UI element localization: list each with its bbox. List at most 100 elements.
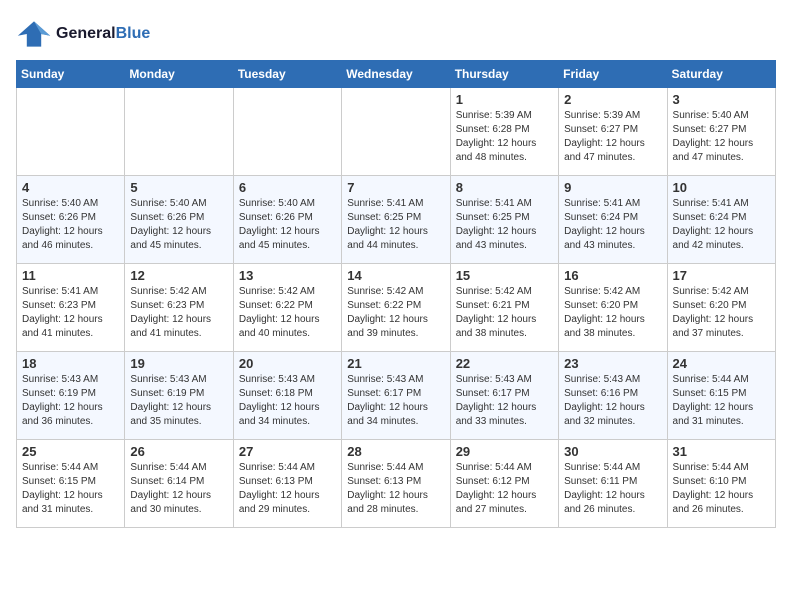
calendar-cell: 22 Sunrise: 5:43 AMSunset: 6:17 PMDayligh… [450,352,558,440]
day-number: 30 [564,444,661,459]
calendar-cell: 10 Sunrise: 5:41 AMSunset: 6:24 PMDayligh… [667,176,775,264]
calendar-cell [342,88,450,176]
calendar-cell: 23Sunrise: 5:43 AMSunset: 6:16 PMDayligh… [559,352,667,440]
calendar-cell: 15 Sunrise: 5:42 AMSunset: 6:21 PMDayligh… [450,264,558,352]
day-info: Sunrise: 5:39 AMSunset: 6:28 PMDaylight:… [456,109,553,165]
day-info: Sunrise: 5:44 AMSunset: 6:14 PMDaylight:… [130,461,227,517]
day-number: 27 [239,444,336,459]
day-info: Sunrise: 5:42 AMSunset: 6:22 PMDaylight:… [347,285,444,341]
day-number: 17 [673,268,770,283]
day-number: 31 [673,444,770,459]
day-info: Sunrise: 5:42 AMSunset: 6:20 PMDaylight:… [564,285,661,341]
day-info: Sunrise: 5:40 AMSunset: 6:26 PMDaylight:… [239,197,336,253]
day-number: 21 [347,356,444,371]
day-info: Sunrise: 5:43 AMSunset: 6:17 PMDaylight:… [456,373,553,429]
day-number: 8 [456,180,553,195]
day-info: Sunrise: 5:44 AMSunset: 6:15 PMDaylight:… [673,373,770,429]
day-number: 26 [130,444,227,459]
weekday-header-saturday: Saturday [667,61,775,88]
weekday-header-wednesday: Wednesday [342,61,450,88]
day-number: 25 [22,444,119,459]
day-info: Sunrise: 5:44 AMSunset: 6:15 PMDaylight:… [22,461,119,517]
calendar-cell: 6 Sunrise: 5:40 AMSunset: 6:26 PMDaylight… [233,176,341,264]
calendar-cell: 5 Sunrise: 5:40 AMSunset: 6:26 PMDaylight… [125,176,233,264]
day-info: Sunrise: 5:41 AMSunset: 6:25 PMDaylight:… [456,197,553,253]
day-info: Sunrise: 5:42 AMSunset: 6:23 PMDaylight:… [130,285,227,341]
day-info: Sunrise: 5:42 AMSunset: 6:22 PMDaylight:… [239,285,336,341]
day-info: Sunrise: 5:44 AMSunset: 6:12 PMDaylight:… [456,461,553,517]
calendar-cell: 19Sunrise: 5:43 AMSunset: 6:19 PMDayligh… [125,352,233,440]
day-info: Sunrise: 5:39 AMSunset: 6:27 PMDaylight:… [564,109,661,165]
logo-icon [16,16,52,52]
weekday-header-tuesday: Tuesday [233,61,341,88]
calendar-cell: 18 Sunrise: 5:43 AMSunset: 6:19 PMDayligh… [17,352,125,440]
day-number: 28 [347,444,444,459]
day-number: 1 [456,92,553,107]
day-info: Sunrise: 5:40 AMSunset: 6:26 PMDaylight:… [22,197,119,253]
logo: GeneralBlue [16,16,150,52]
weekday-header-friday: Friday [559,61,667,88]
calendar-cell: 2Sunrise: 5:39 AMSunset: 6:27 PMDaylight… [559,88,667,176]
day-number: 22 [456,356,553,371]
day-number: 23 [564,356,661,371]
day-number: 19 [130,356,227,371]
day-number: 20 [239,356,336,371]
day-info: Sunrise: 5:40 AMSunset: 6:26 PMDaylight:… [130,197,227,253]
day-info: Sunrise: 5:43 AMSunset: 6:18 PMDaylight:… [239,373,336,429]
calendar-cell [125,88,233,176]
day-info: Sunrise: 5:41 AMSunset: 6:23 PMDaylight:… [22,285,119,341]
calendar-cell: 4 Sunrise: 5:40 AMSunset: 6:26 PMDaylight… [17,176,125,264]
day-number: 16 [564,268,661,283]
calendar-cell: 20 Sunrise: 5:43 AMSunset: 6:18 PMDayligh… [233,352,341,440]
day-info: Sunrise: 5:44 AMSunset: 6:10 PMDaylight:… [673,461,770,517]
day-number: 15 [456,268,553,283]
page-header: GeneralBlue [16,16,776,52]
week-row-4: 18 Sunrise: 5:43 AMSunset: 6:19 PMDayligh… [17,352,776,440]
calendar-cell: 14 Sunrise: 5:42 AMSunset: 6:22 PMDayligh… [342,264,450,352]
day-number: 6 [239,180,336,195]
weekday-header-thursday: Thursday [450,61,558,88]
day-info: Sunrise: 5:44 AMSunset: 6:11 PMDaylight:… [564,461,661,517]
calendar-cell: 29 Sunrise: 5:44 AMSunset: 6:12 PMDayligh… [450,440,558,528]
week-row-5: 25 Sunrise: 5:44 AMSunset: 6:15 PMDayligh… [17,440,776,528]
calendar-cell: 12 Sunrise: 5:42 AMSunset: 6:23 PMDayligh… [125,264,233,352]
day-number: 18 [22,356,119,371]
day-info: Sunrise: 5:42 AMSunset: 6:21 PMDaylight:… [456,285,553,341]
day-number: 14 [347,268,444,283]
calendar-cell: 8 Sunrise: 5:41 AMSunset: 6:25 PMDaylight… [450,176,558,264]
week-row-2: 4 Sunrise: 5:40 AMSunset: 6:26 PMDaylight… [17,176,776,264]
calendar-cell: 16 Sunrise: 5:42 AMSunset: 6:20 PMDayligh… [559,264,667,352]
calendar-cell [233,88,341,176]
day-info: Sunrise: 5:43 AMSunset: 6:19 PMDaylight:… [22,373,119,429]
calendar-cell: 27Sunrise: 5:44 AMSunset: 6:13 PMDayligh… [233,440,341,528]
day-number: 10 [673,180,770,195]
calendar-cell: 17Sunrise: 5:42 AMSunset: 6:20 PMDayligh… [667,264,775,352]
weekday-header-row: SundayMondayTuesdayWednesdayThursdayFrid… [17,61,776,88]
calendar-cell: 13Sunrise: 5:42 AMSunset: 6:22 PMDayligh… [233,264,341,352]
calendar-cell: 11 Sunrise: 5:41 AMSunset: 6:23 PMDayligh… [17,264,125,352]
calendar-cell: 21Sunrise: 5:43 AMSunset: 6:17 PMDayligh… [342,352,450,440]
weekday-header-sunday: Sunday [17,61,125,88]
day-number: 24 [673,356,770,371]
day-number: 11 [22,268,119,283]
calendar-cell: 28 Sunrise: 5:44 AMSunset: 6:13 PMDayligh… [342,440,450,528]
calendar-cell: 25 Sunrise: 5:44 AMSunset: 6:15 PMDayligh… [17,440,125,528]
calendar-cell: 31 Sunrise: 5:44 AMSunset: 6:10 PMDayligh… [667,440,775,528]
calendar-cell: 26 Sunrise: 5:44 AMSunset: 6:14 PMDayligh… [125,440,233,528]
day-info: Sunrise: 5:44 AMSunset: 6:13 PMDaylight:… [347,461,444,517]
day-number: 12 [130,268,227,283]
calendar-cell: 3Sunrise: 5:40 AMSunset: 6:27 PMDaylight… [667,88,775,176]
day-info: Sunrise: 5:41 AMSunset: 6:24 PMDaylight:… [673,197,770,253]
calendar-cell: 24 Sunrise: 5:44 AMSunset: 6:15 PMDayligh… [667,352,775,440]
weekday-header-monday: Monday [125,61,233,88]
calendar-cell [17,88,125,176]
day-number: 7 [347,180,444,195]
day-number: 4 [22,180,119,195]
day-number: 29 [456,444,553,459]
day-info: Sunrise: 5:40 AMSunset: 6:27 PMDaylight:… [673,109,770,165]
day-number: 5 [130,180,227,195]
week-row-3: 11 Sunrise: 5:41 AMSunset: 6:23 PMDayligh… [17,264,776,352]
calendar-cell: 7Sunrise: 5:41 AMSunset: 6:25 PMDaylight… [342,176,450,264]
calendar-cell: 30 Sunrise: 5:44 AMSunset: 6:11 PMDayligh… [559,440,667,528]
week-row-1: 1 Sunrise: 5:39 AMSunset: 6:28 PMDaylight… [17,88,776,176]
